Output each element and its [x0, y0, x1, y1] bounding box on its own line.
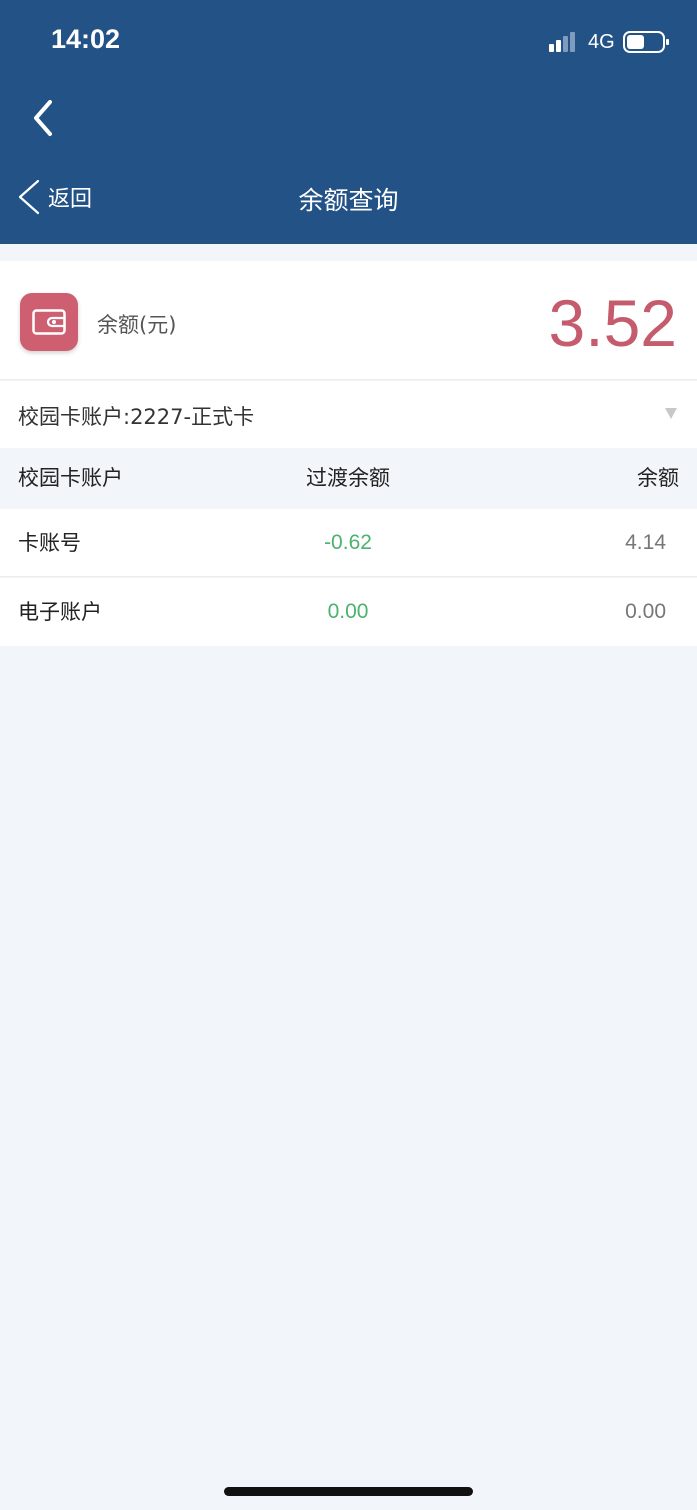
- chevron-left-icon[interactable]: [24, 96, 64, 140]
- row-transition-balance: -0.62: [324, 531, 372, 554]
- column-header-account: 校园卡账户: [18, 466, 123, 490]
- table-header: 校园卡账户 过渡余额 余额: [0, 448, 697, 509]
- row-transition-balance: 0.00: [327, 600, 369, 623]
- column-header-transition-balance: 过渡余额: [306, 466, 390, 490]
- column-header-balance: 余额: [637, 466, 679, 490]
- top-header: 14:02 4G: [0, 0, 697, 155]
- account-selector[interactable]: 校园卡账户:2227-正式卡: [0, 381, 697, 448]
- row-balance: 4.14: [625, 531, 666, 554]
- table-row: 电子账户 0.00 0.00: [0, 578, 697, 646]
- balance-amount: 3.52: [548, 286, 677, 360]
- row-balance: 0.00: [625, 600, 666, 623]
- home-indicator[interactable]: [224, 1487, 473, 1496]
- network-type: 4G: [588, 31, 615, 53]
- battery-icon: [623, 31, 669, 53]
- table-row: 卡账号 -0.62 4.14: [0, 509, 697, 577]
- row-account-name: 卡账号: [18, 531, 81, 555]
- balance-card: 余额(元) 3.52: [0, 261, 697, 380]
- dropdown-arrow-icon: [665, 408, 677, 419]
- row-account-name: 电子账户: [18, 600, 102, 624]
- balance-label: 余额(元): [97, 313, 177, 337]
- cellular-signal-icon: [549, 32, 575, 52]
- page-title: 余额查询: [298, 186, 399, 215]
- navigation-bar: 返回 余额查询: [0, 155, 697, 244]
- account-selector-value: 校园卡账户:2227-正式卡: [18, 405, 255, 429]
- status-time: 14:02: [51, 24, 121, 54]
- wallet-icon: [20, 293, 78, 351]
